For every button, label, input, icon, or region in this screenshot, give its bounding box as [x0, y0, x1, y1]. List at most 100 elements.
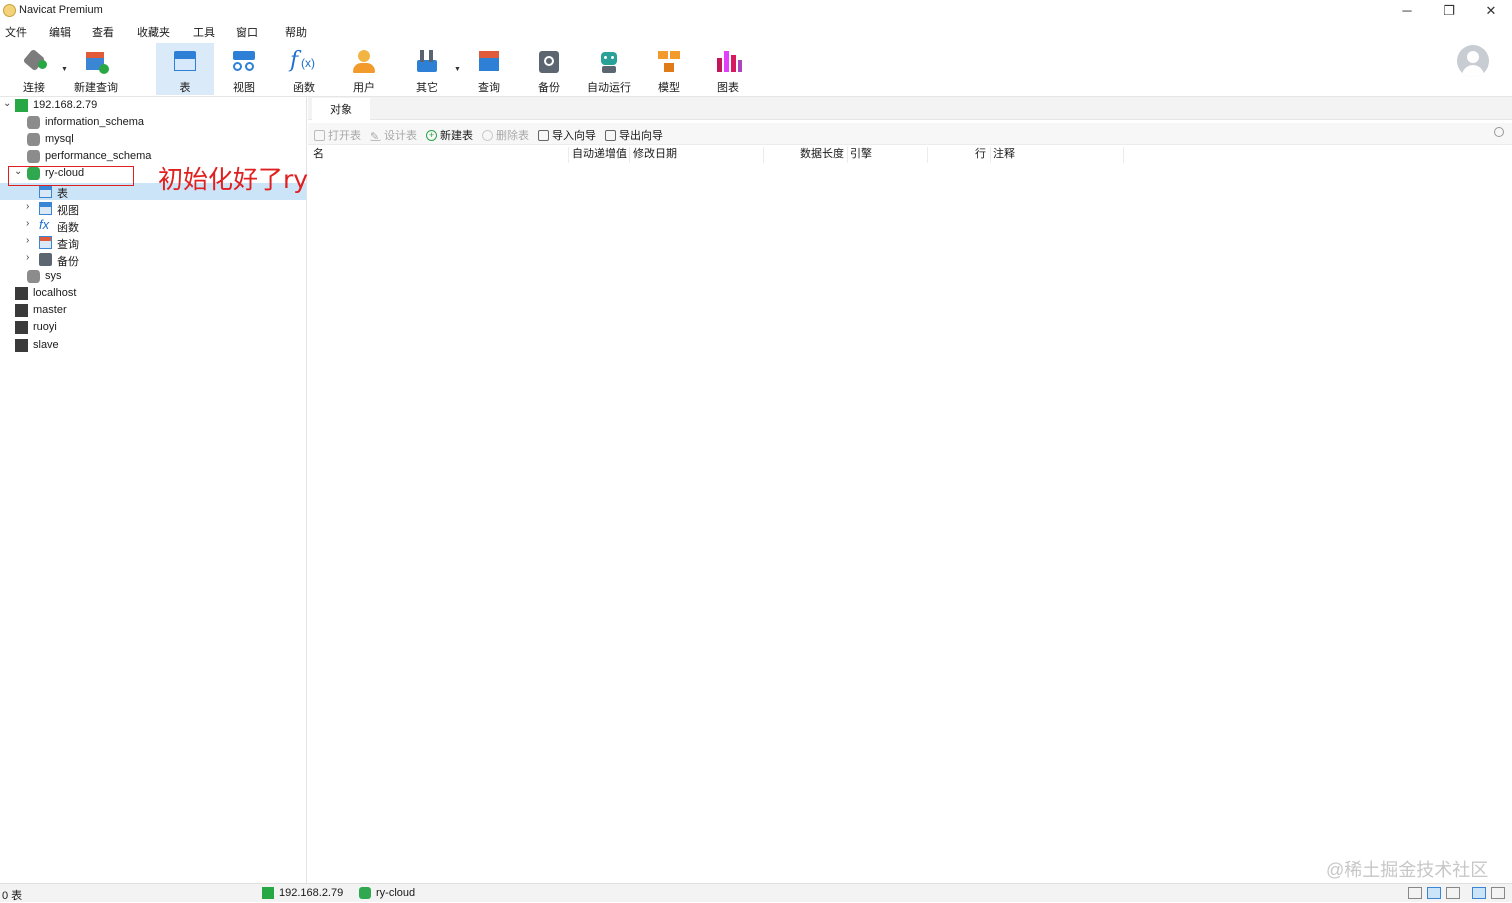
search-icon[interactable]: [1494, 127, 1504, 137]
database-icon: [27, 116, 40, 129]
function-icon: fx: [39, 217, 50, 232]
export-wizard-button[interactable]: 导出向导: [605, 127, 663, 143]
open-table-label: 打开表: [328, 130, 361, 142]
tree-connection-root[interactable]: ⌄ 192.168.2.79: [0, 97, 306, 114]
side-pane-toggle-icon[interactable]: [1491, 887, 1505, 899]
import-wizard-button[interactable]: 导入向导: [538, 127, 596, 143]
import-icon: [538, 129, 549, 141]
export-wizard-label: 导出向导: [619, 130, 663, 142]
column-rows[interactable]: 行: [975, 147, 991, 163]
menu-favorites[interactable]: 收藏夹: [137, 24, 170, 40]
column-modified-date[interactable]: 修改日期: [633, 147, 764, 163]
new-table-button[interactable]: + 新建表: [426, 127, 473, 143]
tree-label: 视图: [57, 205, 79, 217]
design-table-button[interactable]: ✎ 设计表: [370, 127, 417, 143]
column-comment[interactable]: 注释: [993, 147, 1124, 163]
autorun-button[interactable]: 自动运行: [582, 43, 636, 95]
database-icon: [27, 133, 40, 146]
tree-connection-master[interactable]: master: [0, 302, 306, 319]
open-table-button[interactable]: 打开表: [314, 127, 361, 143]
info-pane-toggle-icon[interactable]: [1472, 887, 1486, 899]
user-avatar[interactable]: [1457, 45, 1489, 77]
close-button[interactable]: ✕: [1470, 0, 1512, 21]
column-auto-increment[interactable]: 自动递增值: [572, 147, 630, 163]
chevron-right-icon[interactable]: ›: [26, 218, 29, 229]
status-count-label: 0 表: [2, 890, 23, 902]
query-button[interactable]: 查询: [465, 43, 513, 95]
watermark-text: @稀土掘金技术社区: [1326, 860, 1489, 880]
menu-tools[interactable]: 工具: [193, 24, 215, 40]
column-name[interactable]: 名: [313, 147, 569, 163]
menu-view[interactable]: 查看: [92, 24, 114, 40]
grid-view-icon[interactable]: [1408, 887, 1422, 899]
tab-objects[interactable]: 对象: [312, 98, 370, 120]
tree-connection-ruoyi[interactable]: ruoyi: [0, 319, 306, 336]
database-icon: [27, 150, 40, 163]
delete-table-button[interactable]: 删除表: [482, 127, 529, 143]
menu-window[interactable]: 窗口: [236, 24, 258, 40]
tree-node-functions[interactable]: › fx 函数: [0, 217, 306, 234]
other-dropdown-icon[interactable]: ▼: [454, 66, 461, 73]
tree-label: localhost: [33, 287, 77, 299]
other-button[interactable]: 其它: [403, 43, 451, 95]
function-fx-icon: f (x): [290, 48, 315, 73]
highlight-box: [8, 166, 134, 186]
chevron-right-icon[interactable]: ›: [26, 252, 29, 263]
column-engine[interactable]: 引擎: [850, 147, 928, 163]
new-query-button[interactable]: 新建查询: [72, 43, 120, 95]
plus-icon: +: [426, 129, 437, 141]
restore-button[interactable]: ❐: [1428, 0, 1470, 21]
tree-db-mysql[interactable]: mysql: [0, 131, 306, 148]
tools-icon: [411, 46, 443, 76]
new-table-label: 新建表: [440, 130, 473, 142]
chart-icon: [712, 46, 744, 76]
tree-db-information-schema[interactable]: information_schema: [0, 114, 306, 131]
view-button[interactable]: 视图: [220, 43, 268, 95]
column-data-length[interactable]: 数据长度: [800, 147, 848, 163]
table-button[interactable]: 表: [156, 43, 214, 95]
list-view-icon[interactable]: [1427, 887, 1441, 899]
menu-edit[interactable]: 编辑: [49, 24, 71, 40]
tree-node-views[interactable]: › 视图: [0, 200, 306, 217]
minus-icon: [482, 129, 493, 141]
database-icon: [359, 887, 371, 899]
menu-help[interactable]: 帮助: [285, 24, 307, 40]
tree-node-backups[interactable]: › 备份: [0, 251, 306, 268]
tree-node-queries[interactable]: › 查询: [0, 234, 306, 251]
backup-icon: [533, 46, 565, 76]
export-icon: [605, 129, 616, 141]
tree-label: sys: [45, 270, 62, 282]
pencil-icon: ✎: [370, 130, 381, 143]
backup-button[interactable]: 备份: [525, 43, 573, 95]
tree-label: 查询: [57, 239, 79, 251]
chevron-right-icon[interactable]: ›: [26, 235, 29, 246]
view-icon: [39, 202, 52, 215]
query-label: 查询: [478, 82, 500, 94]
chevron-right-icon[interactable]: ›: [26, 201, 29, 212]
menu-file[interactable]: 文件: [5, 24, 27, 40]
model-label: 模型: [658, 82, 680, 94]
view-label: 视图: [233, 82, 255, 94]
tree-label: master: [33, 304, 67, 316]
tree-connection-localhost[interactable]: localhost: [0, 285, 306, 302]
detail-view-icon[interactable]: [1446, 887, 1460, 899]
tree-db-sys[interactable]: sys: [0, 268, 306, 285]
chart-button[interactable]: 图表: [704, 43, 752, 95]
design-table-label: 设计表: [384, 130, 417, 142]
user-button[interactable]: 用户: [340, 43, 388, 95]
connect-button[interactable]: 连接: [10, 43, 58, 95]
query-icon: [39, 236, 52, 249]
chevron-down-icon[interactable]: ⌄: [3, 98, 11, 109]
connect-label: 连接: [23, 82, 45, 94]
model-button[interactable]: 模型: [645, 43, 693, 95]
connect-dropdown-icon[interactable]: ▼: [61, 66, 68, 73]
menu-bar: 文件 编辑 查看 收藏夹 工具 窗口 帮助: [0, 21, 1512, 41]
minimize-button[interactable]: ─: [1386, 0, 1428, 21]
function-button[interactable]: f (x) 函数: [280, 43, 328, 95]
status-table-count: 0 表: [2, 887, 22, 903]
tree-connection-slave[interactable]: slave: [0, 337, 306, 354]
robot-icon: [593, 46, 625, 76]
tree-label: slave: [33, 339, 59, 351]
backup-label: 备份: [538, 82, 560, 94]
query-icon: [473, 46, 505, 76]
